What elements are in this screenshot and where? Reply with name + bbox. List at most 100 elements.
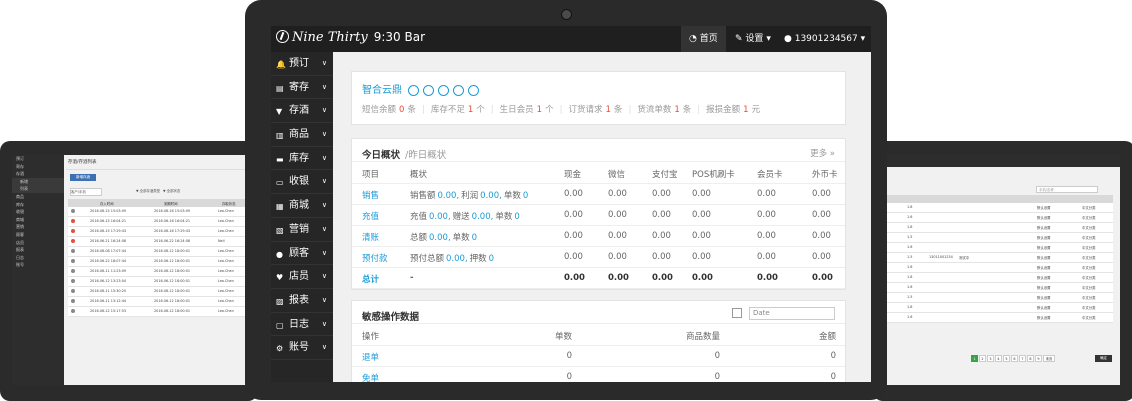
left-sidebar-item[interactable]: 营销 [12,223,64,231]
page-button[interactable]: 末页 [1043,355,1055,362]
more-link[interactable]: 更多 » [810,147,835,159]
date-input[interactable]: Date [749,307,835,320]
sidebar-item[interactable]: ⚙ 账号 ∨ [271,336,333,360]
left-table-row[interactable]: 2016-06-21 16:24:08 2016-06-22 16:24:08 Ne… [68,237,257,247]
left-cell-by: Leo.Chen [218,219,234,223]
right-table-row[interactable]: 1.6 默认设置 中文分类 [887,243,1113,253]
left-col-due: 到期时间 [164,202,178,206]
stat-item[interactable]: 订货请求 1 条 [568,105,622,115]
left-table-row[interactable]: 2016-06-15 16:04:21 2016-06-16 16:04:21 Le… [68,217,257,227]
stat-item[interactable]: 货流单数 1 条 [637,105,691,115]
left-table-row[interactable]: 2016-06-11 11:23:09 2016-06-12 18:00:01 Le… [68,267,257,277]
left-table-row[interactable]: 2016-06-12 15:17:53 2016-06-12 18:00:01 Le… [68,307,257,317]
right-cell: 默认设置 [1037,246,1051,250]
stat-item[interactable]: 库存不足 1 个 [431,105,485,115]
operation-link[interactable]: 免单 [362,372,379,382]
left-sidebar-item[interactable]: 商品 [12,193,64,201]
page-button[interactable]: 4 [995,355,1002,362]
right-table-row[interactable]: 1.6 默认设置 中文分类 [887,263,1113,273]
left-table-row[interactable]: 2016-06-12 13:23:04 2016-06-12 18:00:01 Le… [68,277,257,287]
sidebar-item[interactable]: 🔔 预订 ∨ [271,52,333,76]
status-dot-icon [71,259,75,263]
chat-icon[interactable] [423,85,434,96]
row-name-link[interactable]: 总计 [362,273,379,285]
sidebar-item[interactable]: ▢ 日志 ∨ [271,313,333,337]
page-button[interactable]: 8 [1027,355,1034,362]
sidebar-item[interactable]: ▨ 报表 ∨ [271,289,333,313]
tab-today[interactable]: 今日概状 [362,150,400,161]
left-table-row[interactable]: 2016-06-15 15:03:09 2016-06-16 15:03:09 Le… [68,207,257,217]
stat-item[interactable]: 生日会员 1 个 [500,105,554,115]
left-table-row[interactable]: 2016-06-11 15:30:20 2016-06-12 18:00:01 Le… [68,287,257,297]
nav-home[interactable]: ◔ 首页 [681,26,726,52]
sidebar-item[interactable]: ▥ 商品 ∨ [271,123,333,147]
left-sidebar-item[interactable]: 列表 [12,185,64,193]
mobile-icon[interactable] [408,85,419,96]
calendar-icon[interactable] [732,308,742,318]
mail-icon[interactable] [453,85,464,96]
sidebar-item[interactable]: ▧ 营销 ∨ [271,218,333,242]
left-sidebar-item[interactable]: 存酒 [12,170,64,178]
sidebar-item[interactable]: ▬ 库存 ∨ [271,147,333,171]
left-sidebar-item[interactable]: 寄存 [12,163,64,171]
left-table-row[interactable]: 2016-06-11 13:12:44 2016-06-12 18:00:01 Le… [68,297,257,307]
page-button[interactable]: 6 [1011,355,1018,362]
sidebar-item[interactable]: ♥ 店员 ∨ [271,265,333,289]
brand-logo[interactable]: Nine Thirty 9:30 Bar [276,30,425,45]
operation-link[interactable]: 退单 [362,351,379,363]
right-table-row[interactable]: 1.5 默认设置 中文分类 [887,233,1113,243]
page-button[interactable]: 2 [979,355,986,362]
left-sidebar-item[interactable]: 预订 [12,155,64,163]
right-table-row[interactable]: 1.6 默认设置 中文分类 [887,313,1113,323]
stat-item[interactable]: 报损金额 1 元 [706,105,760,115]
left-sidebar-item[interactable]: 库存 [12,201,64,209]
row-name-link[interactable]: 清账 [362,231,379,243]
left-cell-by: Leo.Chen [218,289,234,293]
stat-item[interactable]: 短信余额 0 条 [362,105,416,115]
left-sidebar-item[interactable]: 顾客 [12,231,64,239]
sidebar-item[interactable]: ▼ 存酒 ∨ [271,99,333,124]
right-table-row[interactable]: 1.8 默认设置 中文分类 [887,223,1113,233]
right-table-row[interactable]: 1.8 默认设置 中文分类 [887,303,1113,313]
left-filter-type[interactable]: ▼ 全部存酒类型 [136,188,160,193]
page-button[interactable]: 7 [1019,355,1026,362]
nav-settings[interactable]: ✎ 设置 ▾ [727,26,779,52]
left-table-row[interactable]: 2016-06-15 17:29:43 2016-06-16 17:29:43 Le… [68,227,257,237]
row-name-link[interactable]: 销售 [362,189,379,201]
left-sidebar-item[interactable]: 报表 [12,246,64,254]
left-table-row[interactable]: 2016-06-22 18:07:44 2016-06-12 18:00:01 Le… [68,257,257,267]
sidebar-item[interactable]: ● 顾客 ∨ [271,242,333,266]
left-search-input[interactable]: 客户/手机 [70,188,102,196]
left-sidebar-item[interactable]: 店员 [12,239,64,247]
sidebar-item[interactable]: ▤ 寄存 ∨ [271,76,333,100]
sidebar-item[interactable]: ▭ 收银 ∨ [271,170,333,195]
sidebar-item[interactable]: ▦ 商城 ∨ [271,194,333,218]
right-table-row[interactable]: 1.6 默认设置 中文分类 [887,283,1113,293]
page-button[interactable]: 1 [971,355,978,362]
row-name-link[interactable]: 预付款 [362,252,388,264]
right-table-row[interactable]: 1.5 默认设置 中文分类 [887,293,1113,303]
right-search-input[interactable]: 手机/名称 [1036,186,1098,193]
message-icon[interactable] [438,85,449,96]
left-sidebar-item[interactable]: 收银 [12,208,64,216]
page-button[interactable]: 9 [1035,355,1042,362]
tab-yesterday-label: 昨日概状 [408,150,447,161]
page-button[interactable]: 3 [987,355,994,362]
right-table-row[interactable]: 1.8 默认设置 中文分类 [887,273,1113,283]
left-add-button[interactable]: 新增存酒 [70,174,96,181]
left-table-row[interactable]: 2016-06-08 17:07:44 2016-06-12 18:00:01 Le… [68,247,257,257]
page-button[interactable]: 5 [1003,355,1010,362]
right-table-row[interactable]: 1.8 默认设置 中文分类 [887,203,1113,213]
left-sidebar-item[interactable]: 商城 [12,216,64,224]
tab-yesterday[interactable]: /昨日概状 [405,150,446,161]
left-sidebar-item[interactable]: 账号 [12,261,64,269]
right-go-button[interactable]: 确定 [1095,355,1112,362]
right-table-row[interactable]: 1.6 默认设置 中文分类 [887,213,1113,223]
left-sidebar-item[interactable]: 新增 [12,177,64,186]
nav-user[interactable]: ● 13901234567 ▾ [776,26,871,52]
left-filter-status[interactable]: ▼ 全部状态 [163,188,180,193]
left-sidebar-item[interactable]: 日志 [12,254,64,262]
right-table-row[interactable]: 1.5 13011001234 测试中 默认设置 中文分类 [887,253,1113,263]
row-name-link[interactable]: 充值 [362,210,379,222]
link-icon[interactable] [468,85,479,96]
